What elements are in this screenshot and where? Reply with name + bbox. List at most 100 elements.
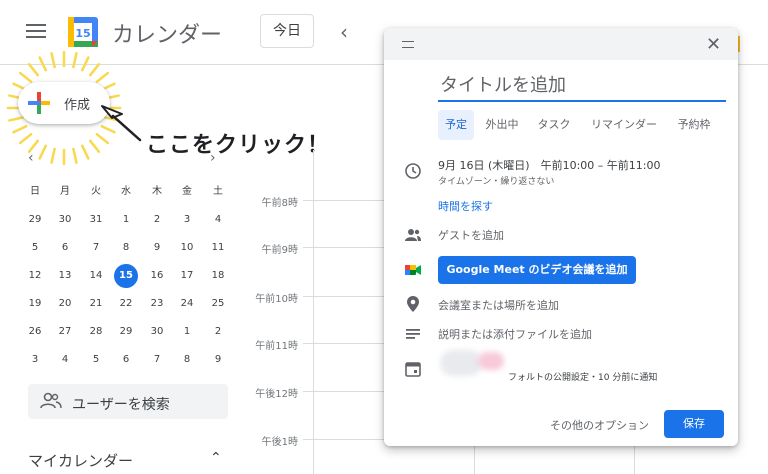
tab-reminder[interactable]: リマインダー [584,110,664,140]
mini-calendar-day[interactable]: 2 [142,208,172,232]
time-label: 午前11時 [255,341,298,352]
mini-calendar-day[interactable]: 8 [111,236,141,260]
mini-calendar-day[interactable]: 7 [142,348,172,372]
mini-calendar-prev-icon[interactable]: ‹ [28,150,34,166]
event-title-input[interactable] [438,70,726,102]
click-here-callout: ここをクリック！ [146,133,331,158]
mini-calendar-day[interactable]: 22 [111,292,141,316]
mini-calendar-day[interactable]: 23 [142,292,172,316]
mini-calendar-week: 5 6 7 8 9 10 11 [20,236,240,264]
mini-calendar-day[interactable]: 9 [142,236,172,260]
mini-calendar-day[interactable]: 1 [172,320,202,344]
drag-handle-icon[interactable] [402,41,414,48]
mini-calendar-day[interactable]: 28 [81,320,111,344]
google-meet-icon [405,265,421,275]
more-options-button[interactable]: その他のオプション [550,417,649,433]
weekday-label: 日 [30,186,40,197]
mini-calendar-next-icon[interactable]: › [210,150,216,166]
burst-ray [50,52,56,69]
calendar-settings-text[interactable]: フォルトの公開設定・10 分前に通知 [508,370,657,383]
mini-calendar-day[interactable]: 25 [203,292,233,316]
burst-ray [18,132,33,145]
clock-icon [405,163,421,179]
mini-calendar-day[interactable]: 1 [111,208,141,232]
burst-ray [50,147,56,164]
mini-calendar-today[interactable]: 15 [111,264,141,288]
add-description-field[interactable]: 説明または添付ファイルを追加 [438,326,592,342]
mini-calendar-day[interactable]: 24 [172,292,202,316]
mini-calendar-day[interactable]: 3 [20,348,50,372]
burst-ray [38,144,48,160]
my-calendars-heading[interactable]: マイカレンダー [28,450,133,471]
mini-calendar-day[interactable]: 2 [203,320,233,344]
mini-calendar-day[interactable]: 20 [50,292,80,316]
event-date-time[interactable]: 9月 16日 (木曜日) 午前10:00 – 午前11:00 [438,157,660,173]
hour-line [303,296,385,297]
mini-calendar-day[interactable]: 7 [81,236,111,260]
mini-calendar-day[interactable]: 19 [20,292,50,316]
mini-calendar-week: 26 27 28 29 30 1 2 [20,320,240,348]
mini-calendar-day[interactable]: 16 [142,264,172,288]
mini-calendar: 日 月 火 水 木 金 土 29 30 31 1 2 3 4 5 6 7 8 9 10 11 12 13 14 1… [20,180,240,376]
add-meet-button[interactable]: Google Meet のビデオ会議を追加 [438,256,636,284]
main-menu-icon[interactable] [26,24,46,40]
app-title: カレンダー [112,23,223,48]
tab-event[interactable]: 予定 [438,110,474,140]
today-button[interactable]: 今日 [260,14,314,48]
weekday-label: 月 [60,186,70,197]
time-label: 午前9時 [261,245,298,256]
close-icon[interactable]: ✕ [706,34,721,55]
weekday-header-row: 日 月 火 水 木 金 土 [20,180,240,208]
mini-calendar-day[interactable]: 30 [142,320,172,344]
pointer-arrow-icon [101,105,142,142]
mini-calendar-day[interactable]: 29 [20,208,50,232]
burst-ray [95,71,110,84]
find-time-link[interactable]: 時間を探す [438,198,493,214]
weekday-label: 水 [121,186,131,197]
add-guests-field[interactable]: ゲストを追加 [438,227,504,243]
mini-calendar-day[interactable]: 29 [111,320,141,344]
plus-icon [28,92,50,114]
dialog-drag-bar[interactable]: ✕ [384,28,738,60]
mini-calendar-day[interactable]: 8 [172,348,202,372]
burst-ray [27,62,40,77]
mini-calendar-day[interactable]: 10 [172,236,202,260]
burst-ray [18,71,33,84]
mini-calendar-day[interactable]: 13 [50,264,80,288]
mini-calendar-day[interactable]: 5 [81,348,111,372]
mini-calendar-day[interactable]: 27 [50,320,80,344]
create-label: 作成 [64,98,91,113]
timezone-repeat-text[interactable]: タイムゾーン・繰り返さない [438,174,554,187]
mini-calendar-day[interactable]: 18 [203,264,233,288]
mini-calendar-day[interactable]: 6 [50,236,80,260]
mini-calendar-day[interactable]: 30 [50,208,80,232]
mini-calendar-day[interactable]: 14 [81,264,111,288]
chevron-up-icon[interactable]: ⌃ [210,450,222,466]
chevron-left-icon[interactable]: ‹ [340,20,348,44]
calendar-icon [405,362,421,377]
mini-calendar-week: 29 30 31 1 2 3 4 [20,208,240,236]
mini-calendar-day[interactable]: 11 [203,236,233,260]
blurred-owner-avatar [440,350,482,376]
mini-calendar-day[interactable]: 6 [111,348,141,372]
description-icon [406,329,420,339]
mini-calendar-day[interactable]: 17 [172,264,202,288]
mini-calendar-day[interactable]: 31 [81,208,111,232]
mini-calendar-day[interactable]: 12 [20,264,50,288]
mini-calendar-day[interactable]: 21 [81,292,111,316]
mini-calendar-day[interactable]: 4 [203,208,233,232]
people-search-field[interactable]: ユーザーを検索 [28,384,228,419]
mini-calendar-day[interactable]: 5 [20,236,50,260]
tab-out-of-office[interactable]: 外出中 [480,110,524,140]
hour-line [303,343,385,344]
tab-task[interactable]: タスク [530,110,578,140]
mini-calendar-day[interactable]: 3 [172,208,202,232]
create-button[interactable]: 作成 [18,82,110,124]
mini-calendar-day[interactable]: 4 [50,348,80,372]
mini-calendar-day[interactable]: 26 [20,320,50,344]
mini-calendar-day[interactable]: 9 [203,348,233,372]
tab-appointment-slots[interactable]: 予約枠 [670,110,718,140]
save-button[interactable]: 保存 [664,410,724,438]
add-location-field[interactable]: 会議室または場所を追加 [438,297,559,313]
hour-line [303,200,385,201]
